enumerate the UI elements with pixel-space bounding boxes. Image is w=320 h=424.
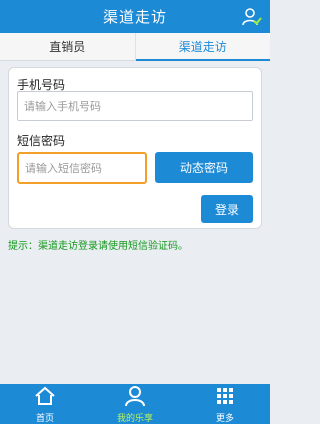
grid-icon [214,385,236,411]
page-title: 渠道走访 [102,8,167,26]
login-form-card: 手机号码 短信密码 动态密码 登录 [8,67,262,229]
bottom-nav: 首页 我的乐享 更多 [0,384,270,424]
phone-input[interactable] [17,91,253,121]
nav-item-more[interactable]: 更多 [180,384,270,424]
nav-label-more: 更多 [215,413,234,424]
app-header: 渠道走访 [0,0,270,33]
user-check-icon[interactable] [242,7,262,27]
tab-direct-sales[interactable]: 直销员 [0,33,135,60]
login-tabs: 直销员 渠道走访 [0,33,270,61]
nav-label-my-lexiang: 我的乐享 [116,413,153,424]
sms-code-input[interactable] [17,152,147,184]
sms-code-label: 短信密码 [17,134,66,148]
login-button[interactable]: 登录 [201,195,253,223]
get-dynamic-password-button[interactable]: 动态密码 [155,152,253,183]
tab-channel-visit[interactable]: 渠道走访 [134,33,271,61]
user-icon [124,385,146,411]
hint-text: 提示：渠道走访登录请使用短信验证码。 [8,241,188,252]
nav-item-my-lexiang[interactable]: 我的乐享 [90,384,180,424]
home-icon [34,385,56,411]
nav-item-home[interactable]: 首页 [0,384,90,424]
nav-label-home: 首页 [35,413,54,424]
